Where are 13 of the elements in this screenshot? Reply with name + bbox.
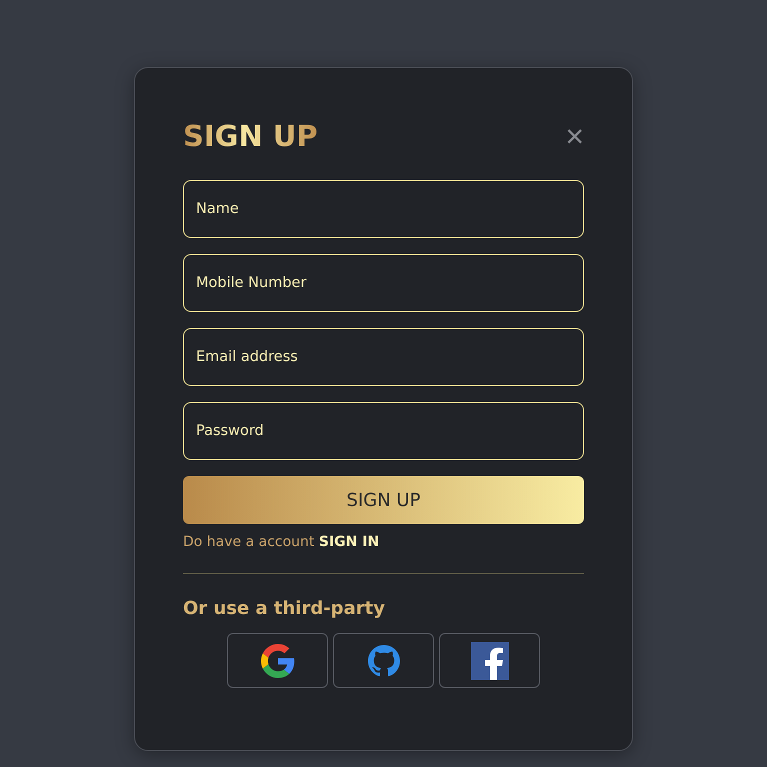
signin-prompt: Do have a account SIGN IN [183,534,380,550]
input-field[interactable]: Password [183,402,584,460]
third-party-heading: Or use a third-party [183,598,386,619]
input-field[interactable]: Name [183,180,584,238]
social-login-button[interactable] [439,633,540,688]
github-icon [368,644,400,676]
signup-button[interactable]: SIGN UP [183,476,584,524]
facebook-icon [470,642,508,680]
close-button[interactable]: × [565,121,584,151]
input-field[interactable]: Email address [183,328,584,386]
signin-link[interactable]: SIGN IN [318,534,380,550]
input-field[interactable]: Mobile Number [183,254,584,312]
google-icon [260,644,294,678]
